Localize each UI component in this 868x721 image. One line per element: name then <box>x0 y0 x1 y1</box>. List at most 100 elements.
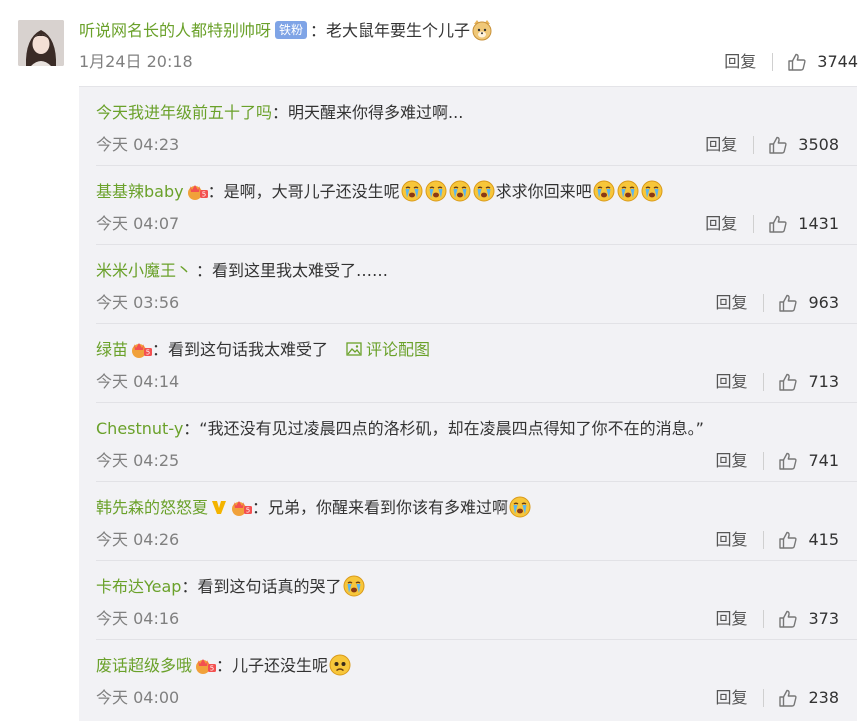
reply-line: 绿苗 ：看到这句话我太难受了 评论配图 <box>96 337 847 363</box>
reply-item: 绿苗 ：看到这句话我太难受了 评论配图 今天 04:14 回复 713 <box>79 324 857 403</box>
reply-time: 今天 04:00 <box>96 688 180 707</box>
reply-time: 今天 04:23 <box>96 135 180 154</box>
reply-meta: 今天 04:14 回复 713 <box>96 368 839 396</box>
reply-meta: 今天 04:23 回复 3508 <box>96 131 839 159</box>
avatar-image <box>18 20 64 66</box>
reply-separator: ： <box>216 656 233 675</box>
reply-username[interactable]: 基基辣baby <box>96 182 184 201</box>
reply-time: 今天 04:25 <box>96 451 180 470</box>
reply-separator: ： <box>152 340 169 359</box>
main-comment-time: 1月24日 20:18 <box>79 52 193 71</box>
reply-text: 看到这句话我太难受了 <box>168 340 329 359</box>
reply-meta: 今天 03:56 回复 963 <box>96 289 839 317</box>
cry-emoji-icon <box>641 180 663 202</box>
action-divider <box>763 531 765 549</box>
reply-time: 今天 04:07 <box>96 214 180 233</box>
reply-separator: ： <box>252 498 269 517</box>
reply-time: 今天 04:14 <box>96 372 180 391</box>
like-icon[interactable] <box>778 372 798 392</box>
reply-button[interactable]: 回复 <box>715 368 747 396</box>
reply-time: 今天 03:56 <box>96 293 180 312</box>
reply-meta: 今天 04:00 回复 238 <box>96 684 839 712</box>
reply-meta: 今天 04:25 回复 741 <box>96 447 839 475</box>
main-reply-button[interactable]: 回复 <box>724 48 756 76</box>
reply-text: 明天醒来你得多难过啊... <box>288 103 464 122</box>
reply-time: 今天 04:26 <box>96 530 180 549</box>
like-icon[interactable] <box>778 530 798 550</box>
sad-emoji-icon <box>329 654 351 676</box>
reply-separator: ： <box>207 182 224 201</box>
reply-separator: ： <box>181 577 198 596</box>
action-divider <box>763 294 765 312</box>
reply-text: 是啊，大哥儿子还没生呢 <box>223 182 400 201</box>
reply-separator: ： <box>183 419 200 438</box>
reply-text: 看到这里我太难受了…… <box>212 261 389 280</box>
reply-button[interactable]: 回复 <box>715 447 747 475</box>
reply-username[interactable]: 米米小魔王丶 <box>96 261 192 280</box>
reply-time: 今天 04:16 <box>96 609 180 628</box>
reply-line: 韩先森的怒怒夏 ：兄弟，你醒来看到你该有多难过啊 <box>96 495 847 521</box>
action-divider <box>753 136 755 154</box>
like-icon[interactable] <box>778 688 798 708</box>
cry-emoji-icon <box>509 496 531 518</box>
reply-username[interactable]: 绿苗 <box>96 340 128 359</box>
reply-button[interactable]: 回复 <box>715 289 747 317</box>
reply-line: 今天我进年级前五十了吗：明天醒来你得多难过啊... <box>96 100 847 126</box>
main-comment-separator: ： <box>310 21 327 40</box>
reply-text: 儿子还没生呢 <box>232 656 329 675</box>
reply-username[interactable]: 卡布达Yeap <box>96 577 181 596</box>
reply-button[interactable]: 回复 <box>705 210 737 238</box>
verified-v-icon[interactable] <box>210 498 228 516</box>
reply-text: 兄弟，你醒来看到你该有多难过啊 <box>268 498 509 517</box>
reply-item: 今天我进年级前五十了吗：明天醒来你得多难过啊... 今天 04:23 回复 35… <box>79 87 857 166</box>
reply-meta: 今天 04:26 回复 415 <box>96 526 839 554</box>
vip-level-icon[interactable] <box>194 656 216 674</box>
like-count: 415 <box>808 530 839 549</box>
like-icon[interactable] <box>768 214 788 234</box>
action-divider <box>763 452 765 470</box>
comment-image-link[interactable]: 评论配图 <box>346 340 430 359</box>
reply-text-continued: 求求你回来吧 <box>495 182 592 201</box>
main-comment-meta: 1月24日 20:18 回复 3744 <box>79 48 858 76</box>
reply-line: 卡布达Yeap：看到这句话真的哭了 <box>96 574 847 600</box>
reply-username[interactable]: 废话超级多哦 <box>96 656 192 675</box>
cry-emoji-icon <box>473 180 495 202</box>
reply-item: 废话超级多哦 ：儿子还没生呢 今天 04:00 回复 238 <box>79 640 857 719</box>
like-icon[interactable] <box>768 135 788 155</box>
main-comment-text: 老大鼠年要生个儿子 <box>326 21 471 40</box>
replies-panel: 今天我进年级前五十了吗：明天醒来你得多难过啊... 今天 04:23 回复 35… <box>79 86 857 721</box>
reply-button[interactable]: 回复 <box>705 131 737 159</box>
main-comment-line: 听说网名长的人都特别帅呀 铁粉 ：老大鼠年要生个儿子 <box>79 18 858 44</box>
reply-text: “我还没有见过凌晨四点的洛杉矶，却在凌晨四点得知了你不在的消息。” <box>199 419 704 438</box>
like-count: 713 <box>808 372 839 391</box>
reply-meta: 今天 04:16 回复 373 <box>96 605 839 633</box>
reply-username[interactable]: Chestnut-y <box>96 419 183 438</box>
like-icon[interactable] <box>778 609 798 629</box>
fan-badge[interactable]: 铁粉 <box>275 20 308 39</box>
reply-separator: ： <box>196 261 213 280</box>
action-divider <box>763 689 765 707</box>
reply-button[interactable]: 回复 <box>715 526 747 554</box>
reply-username[interactable]: 韩先森的怒怒夏 <box>96 498 208 517</box>
cry-emoji-icon <box>449 180 471 202</box>
vip-level-icon[interactable] <box>130 340 152 358</box>
cry-emoji-icon <box>343 575 365 597</box>
like-icon[interactable] <box>778 293 798 313</box>
vip-level-icon[interactable] <box>230 498 252 516</box>
reply-line: 废话超级多哦 ：儿子还没生呢 <box>96 653 847 679</box>
reply-line: Chestnut-y：“我还没有见过凌晨四点的洛杉矶，却在凌晨四点得知了你不在的… <box>96 416 847 442</box>
user-avatar[interactable] <box>18 20 64 66</box>
reply-line: 基基辣baby ：是啊，大哥儿子还没生呢 求求你回来吧 <box>96 179 847 205</box>
reply-line: 米米小魔王丶 ：看到这里我太难受了…… <box>96 258 847 284</box>
reply-button[interactable]: 回复 <box>715 605 747 633</box>
reply-item: Chestnut-y：“我还没有见过凌晨四点的洛杉矶，却在凌晨四点得知了你不在的… <box>79 403 857 482</box>
reply-item: 基基辣baby ：是啊，大哥儿子还没生呢 求求你回来吧 今天 04:07 回复 14… <box>79 166 857 245</box>
like-icon[interactable] <box>778 451 798 471</box>
main-comment-username[interactable]: 听说网名长的人都特别帅呀 <box>79 21 271 40</box>
reply-username[interactable]: 今天我进年级前五十了吗 <box>96 103 272 122</box>
like-icon[interactable] <box>787 52 807 72</box>
vip-level-icon[interactable] <box>186 182 208 200</box>
reply-button[interactable]: 回复 <box>715 684 747 712</box>
like-count: 373 <box>808 609 839 628</box>
like-count: 741 <box>808 451 839 470</box>
